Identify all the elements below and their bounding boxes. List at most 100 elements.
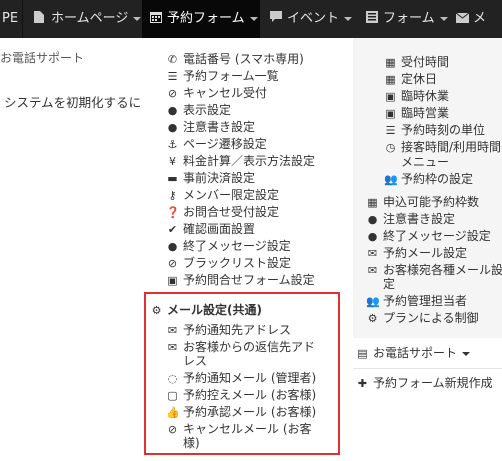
nav-item-form[interactable]: フォーム bbox=[366, 0, 448, 38]
envelope-icon: ✉ bbox=[367, 264, 378, 277]
comment-icon: ● bbox=[167, 240, 178, 253]
menu-item-label: 注意書き設定 bbox=[183, 120, 256, 134]
thumbs-up-icon: 👍 bbox=[166, 406, 180, 419]
menu-item-notice[interactable]: ● 注意書き設定 bbox=[166, 119, 255, 136]
item-label: 定 bbox=[383, 277, 396, 291]
chevron-down-icon bbox=[439, 16, 448, 21]
id-card-icon: ▣ bbox=[167, 274, 178, 287]
sub-item-temp-open[interactable]: ▣ 臨時営業 bbox=[384, 105, 449, 122]
item-end-message[interactable]: ● 終了メッセージ設定 bbox=[366, 228, 491, 245]
menu-item-prepay[interactable]: ▬ 事前決済設定 bbox=[166, 170, 255, 187]
new-reserve-form[interactable]: ✚ 予約フォーム新規作成 bbox=[356, 375, 493, 392]
nav-homepage-label: ホームページ bbox=[51, 11, 129, 26]
menu-item-label: 事前決済設定 bbox=[183, 171, 256, 185]
left-phone-support[interactable]: お電話サポート bbox=[0, 50, 84, 67]
mail-item-notify-address[interactable]: ✉ 予約通知先アドレス bbox=[166, 322, 291, 339]
item-notice[interactable]: ● 注意書き設定 bbox=[366, 211, 455, 228]
sub-item-label: 受付時間 bbox=[401, 55, 450, 69]
nav-item-pe[interactable]: PE bbox=[0, 0, 24, 38]
calendar-icon: ▦ bbox=[385, 73, 396, 86]
comment-icon: ● bbox=[367, 230, 378, 243]
mail-item-label: 予約控えメール (お客様) bbox=[183, 388, 317, 402]
chevron-down-icon bbox=[344, 16, 353, 21]
calendar-icon bbox=[150, 1, 162, 23]
menu-item-label: お問合せ受付設定 bbox=[183, 205, 280, 219]
mail-header-label: メール設定(共通) bbox=[167, 303, 262, 317]
comment-icon bbox=[270, 1, 282, 22]
key-icon: ⚷ bbox=[168, 189, 177, 202]
mail-item-reply-address-cont[interactable]: レス bbox=[183, 353, 207, 370]
nav-item-mail[interactable]: メ bbox=[455, 0, 486, 38]
calendar-minus-icon: ▣ bbox=[385, 90, 396, 103]
nav-item-reserve-form[interactable]: 予約フォーム bbox=[142, 0, 260, 38]
menu-item-end-message[interactable]: ● 終了メッセージ設定 bbox=[166, 238, 291, 255]
mail-item-label: 予約承認メール (お客様) bbox=[183, 405, 317, 419]
envelope-icon: ✉ bbox=[367, 247, 378, 260]
menu-item-inquiry[interactable]: ❓ お問合せ受付設定 bbox=[166, 204, 279, 221]
sub-item-service-time-cont[interactable]: メニュー bbox=[401, 154, 449, 171]
item-slot-count[interactable]: ▦ 申込可能予約枠数 bbox=[366, 194, 479, 211]
phone-icon: ✆ bbox=[167, 53, 178, 66]
menu-item-cancel[interactable]: ⊘ キャンセル受付 bbox=[166, 85, 267, 102]
menu-item-inquiry-form[interactable]: ▣ 予約問合せフォーム設定 bbox=[166, 272, 314, 289]
item-manager[interactable]: 👥 予約管理担当者 bbox=[366, 293, 467, 310]
menu-item-page-transition[interactable]: ⚓ ページ遷移設定 bbox=[166, 136, 267, 153]
comment-icon: ● bbox=[167, 104, 178, 117]
sub-item-label: 臨時営業 bbox=[401, 106, 450, 120]
sub-item-label: 臨時休業 bbox=[401, 89, 450, 103]
item-label: 予約管理担当者 bbox=[383, 294, 468, 308]
sub-item-hours[interactable]: ▦ 受付時間 bbox=[384, 54, 449, 71]
mail-item-label: 予約通知先アドレス bbox=[183, 323, 292, 337]
right-phone-support[interactable]: ▤ お電話サポート bbox=[356, 345, 471, 362]
item-customer-mail-cont[interactable]: 定 bbox=[383, 276, 395, 293]
sub-item-label: 予約時刻の単位 bbox=[401, 123, 486, 137]
menu-item-display[interactable]: ● 表示設定 bbox=[166, 102, 231, 119]
menu-item-phone[interactable]: ✆ 電話番号 (スマホ専用) bbox=[166, 51, 304, 68]
reset-text-label: システムを初期化するに bbox=[4, 95, 142, 110]
list-alt-icon: ▤ bbox=[357, 347, 368, 360]
sub-item-time-unit[interactable]: ☰ 予約時刻の単位 bbox=[384, 122, 485, 139]
mail-settings-header: ⚙ メール設定(共通) bbox=[150, 302, 262, 319]
phone-support-label: お電話サポート bbox=[373, 346, 458, 360]
menu-item-label: 確認画面設置 bbox=[183, 222, 256, 236]
menu-item-confirm[interactable]: ✔ 確認画面設置 bbox=[166, 221, 255, 238]
item-plan-control[interactable]: ⚙ プランによる制御 bbox=[366, 310, 479, 327]
nav-form-label: フォーム bbox=[383, 11, 435, 26]
item-label: 終了メッセージ設定 bbox=[383, 229, 491, 243]
item-label: 予約メール設定 bbox=[383, 246, 468, 260]
item-label: お客様宛各種メール設 bbox=[383, 263, 502, 277]
chevron-down-icon bbox=[133, 16, 142, 21]
sub-item-label: 接客時間/利用時間 bbox=[401, 140, 502, 154]
menu-item-form-list[interactable]: ☰ 予約フォーム一覧 bbox=[166, 68, 279, 85]
mail-item-admin-notify[interactable]: ◌ 予約通知メール (管理者) bbox=[166, 370, 317, 387]
menu-item-price[interactable]: ¥ 料金計算／表示方法設定 bbox=[166, 153, 315, 170]
sub-item-slots[interactable]: 👥 予約枠の設定 bbox=[384, 171, 473, 188]
mail-item-approve[interactable]: 👍 予約承認メール (お客様) bbox=[166, 404, 316, 421]
list-icon: ☰ bbox=[167, 70, 178, 83]
menu-item-label: 料金計算／表示方法設定 bbox=[183, 154, 316, 168]
menu-item-label: ブラックリスト設定 bbox=[183, 256, 292, 270]
menu-item-blacklist[interactable]: ⊘ ブラックリスト設定 bbox=[166, 255, 291, 272]
nav-item-homepage[interactable]: ホームページ bbox=[24, 0, 151, 38]
sub-item-temp-closed[interactable]: ▣ 臨時休業 bbox=[384, 88, 449, 105]
list-icon: ☰ bbox=[385, 124, 396, 137]
divider bbox=[353, 368, 502, 369]
sub-item-holiday[interactable]: ▦ 定休日 bbox=[384, 71, 437, 88]
question-icon: ❓ bbox=[166, 206, 180, 219]
menu-item-label: 電話番号 (スマホ専用) bbox=[183, 52, 304, 66]
menu-item-member[interactable]: ⚷ メンバー限定設定 bbox=[166, 187, 279, 204]
item-label: 注意書き設定 bbox=[383, 212, 456, 226]
mail-item-label: 予約通知メール (管理者) bbox=[183, 371, 317, 385]
sub-item-label: 予約枠の設定 bbox=[401, 172, 474, 186]
item-label: 申込可能予約枠数 bbox=[383, 195, 480, 209]
file-icon bbox=[34, 1, 46, 23]
chevron-down-icon bbox=[462, 351, 471, 356]
nav-divider bbox=[22, 0, 23, 38]
mail-item-customer-copy[interactable]: ▢ 予約控えメール (お客様) bbox=[166, 387, 316, 404]
comment-icon: ● bbox=[367, 213, 378, 226]
item-label: プランによる制御 bbox=[383, 311, 479, 325]
nav-item-event[interactable]: イベント bbox=[270, 0, 353, 38]
mail-item-cancel-cont[interactable]: 様) bbox=[183, 435, 200, 452]
item-reserve-mail[interactable]: ✉ 予約メール設定 bbox=[366, 245, 467, 262]
plus-icon: ✚ bbox=[357, 377, 368, 390]
